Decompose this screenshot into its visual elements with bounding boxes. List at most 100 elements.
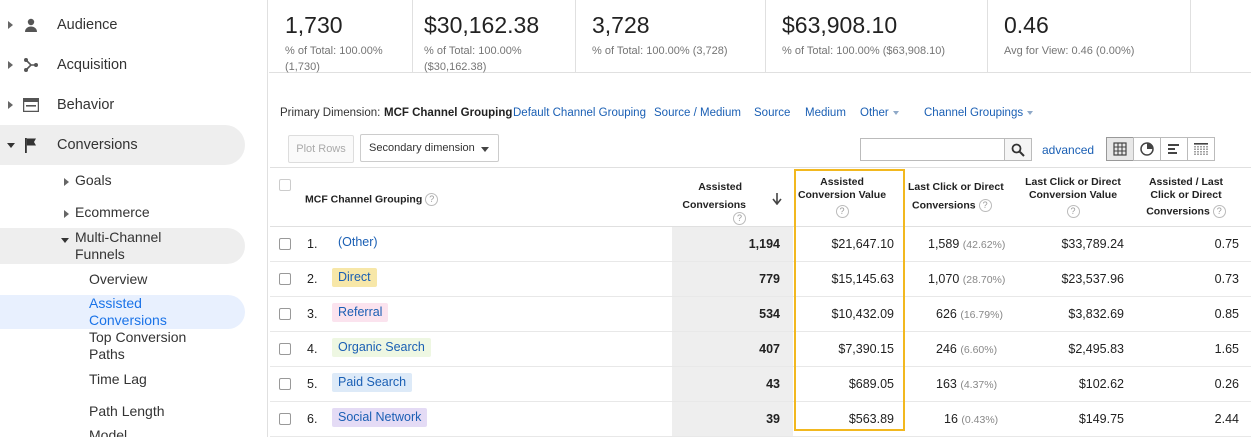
row-checkbox[interactable] (279, 273, 291, 285)
caret-right-icon (8, 21, 13, 29)
last-click-value: 626 (936, 307, 957, 321)
nav-conversions[interactable]: Conversions (0, 125, 245, 165)
row-checkbox[interactable] (279, 343, 291, 355)
metric-value: 3,728 (592, 12, 650, 38)
header-label: Conversions (1146, 205, 1210, 218)
nav-assisted-conversions[interactable]: Assisted Conversions (89, 295, 199, 329)
caret-right-icon (64, 178, 69, 186)
table-search-input[interactable] (860, 138, 1005, 161)
help-icon[interactable]: ? (1212, 205, 1226, 218)
nav-model[interactable]: Model (89, 427, 239, 437)
select-all-checkbox[interactable] (279, 179, 291, 191)
chevron-down-icon (892, 110, 899, 115)
table-view-button[interactable] (1106, 137, 1134, 161)
last-click-value-cell: $23,537.96 (1061, 272, 1124, 286)
header-label: Click or Direct (1150, 189, 1222, 201)
header-label: Conversions (912, 199, 976, 212)
caret-right-icon (8, 61, 13, 69)
channel-groupings-dropdown[interactable]: Channel Groupings (924, 107, 1034, 119)
nav-goals[interactable]: Goals (0, 172, 245, 192)
metrics-strip: 1,730 % of Total: 100.00% (1,730) $30,16… (269, 0, 1251, 73)
channel-link[interactable]: Direct (332, 268, 377, 287)
nav-multi-channel-funnels[interactable]: Multi-Channel Funnels (0, 228, 245, 264)
metric-sub: Avg for View: 0.46 (0.00%) (1004, 45, 1135, 57)
header-label: Assisted / Last (1148, 176, 1224, 188)
help-icon[interactable]: ? (1066, 205, 1080, 218)
help-icon[interactable]: ? (978, 199, 992, 212)
last-click-cell: 1,070 (28.70%) (928, 272, 1005, 286)
last-click-pct: (16.79%) (960, 309, 1003, 321)
person-icon (22, 16, 40, 34)
nav-behavior[interactable]: Behavior (0, 85, 245, 125)
grid-icon (1113, 142, 1127, 156)
caret-right-icon (8, 101, 13, 109)
dimension-source-medium[interactable]: Source / Medium (654, 107, 741, 119)
caret-down-icon (481, 147, 489, 152)
nav-acquisition[interactable]: Acquisition (0, 45, 245, 85)
table-row: 1. (Other) 1,194 $21,647.10 1,589 (42.62… (270, 227, 1251, 262)
row-index: 4. (307, 342, 318, 356)
nav-ecommerce[interactable]: Ecommerce (0, 204, 245, 224)
last-click-pct: (6.60%) (960, 344, 998, 356)
header-last-click-conversions[interactable]: Last Click or Direct Conversions? (908, 181, 1008, 212)
search-button[interactable] (1004, 138, 1032, 161)
nav-acquisition-label: Acquisition (57, 57, 128, 73)
metric-value: 1,730 (285, 12, 343, 38)
help-icon[interactable]: ? (733, 212, 746, 225)
dimension-medium[interactable]: Medium (805, 107, 846, 119)
pivot-view-button[interactable] (1187, 137, 1215, 161)
table-row: 3. Referral 534 $10,432.09 626 (16.79%) … (270, 297, 1251, 332)
nav-audience[interactable]: Audience (0, 5, 245, 45)
metric-last-click-value: $63,908.10 % of Total: 100.00% ($63,908.… (766, 0, 988, 73)
row-checkbox[interactable] (279, 413, 291, 425)
channel-link[interactable]: Organic Search (332, 338, 431, 357)
table-row: 5. Paid Search 43 $689.05 163 (4.37%) $1… (270, 367, 1251, 402)
channel-link[interactable]: (Other) (332, 233, 384, 252)
row-index: 6. (307, 412, 318, 426)
table-row: 6. Social Network 39 $563.89 16 (0.43%) … (270, 402, 1251, 437)
dimension-source[interactable]: Source (754, 107, 790, 119)
help-icon[interactable]: ? (425, 193, 439, 206)
current-dimension: MCF Channel Grouping (384, 107, 513, 119)
row-index: 5. (307, 377, 318, 391)
pie-view-button[interactable] (1133, 137, 1161, 161)
last-click-value-cell: $149.75 (1078, 412, 1124, 426)
nav-path-length[interactable]: Path Length (89, 403, 239, 420)
header-assisted-conversions[interactable]: Assisted Conversions? (672, 181, 746, 225)
ratio-cell: 0.85 (1214, 307, 1239, 321)
bar-view-button[interactable] (1160, 137, 1188, 161)
channel-link[interactable]: Social Network (332, 408, 428, 427)
row-index: 2. (307, 272, 318, 286)
metric-sub: % of Total: 100.00% (424, 45, 522, 57)
channel-link[interactable]: Referral (332, 303, 389, 322)
header-label: MCF Channel Grouping (305, 193, 423, 206)
assisted-conversions-cell: 534 (759, 307, 780, 321)
nav-time-lag[interactable]: Time Lag (89, 371, 239, 388)
secondary-dimension-dropdown[interactable]: Secondary dimension (360, 134, 499, 162)
last-click-cell: 626 (16.79%) (936, 307, 1003, 321)
dimension-other-dropdown[interactable]: Other (860, 107, 899, 119)
nav-mcf-label: Multi-Channel Funnels (75, 229, 162, 262)
pivot-icon (1194, 143, 1208, 155)
plot-rows-button[interactable]: Plot Rows (288, 135, 354, 163)
advanced-filter-link[interactable]: advanced (1042, 143, 1094, 157)
sort-descending-icon[interactable] (772, 193, 782, 205)
metric-assisted-value: $30,162.38 % of Total: 100.00% ($30,162.… (408, 0, 576, 73)
header-last-click-conversion-value[interactable]: Last Click or Direct Conversion Value ? (1018, 176, 1128, 218)
nav-top-conversion-paths[interactable]: Top Conversion Paths (89, 329, 209, 363)
dimension-default-channel-grouping[interactable]: Default Channel Grouping (513, 107, 646, 119)
channel-groupings-label: Channel Groupings (924, 107, 1024, 119)
header-mcf-channel-grouping[interactable]: MCF Channel Grouping? (305, 193, 439, 206)
metric-assisted-conversions: 1,730 % of Total: 100.00% (1,730) (269, 0, 413, 73)
row-checkbox[interactable] (279, 238, 291, 250)
metric-last-click: 3,728 % of Total: 100.00% (3,728) (576, 0, 766, 73)
row-checkbox[interactable] (279, 308, 291, 320)
channel-link[interactable]: Paid Search (332, 373, 413, 392)
nav-overview[interactable]: Overview (89, 271, 239, 288)
header-assisted-last-click-ratio[interactable]: Assisted / Last Click or Direct Conversi… (1136, 176, 1236, 218)
header-label: Assisted (698, 181, 742, 193)
secondary-dimension-label: Secondary dimension (369, 142, 475, 154)
assisted-conversions-cell: 43 (766, 377, 780, 391)
row-checkbox[interactable] (279, 378, 291, 390)
last-click-value: 16 (944, 412, 958, 426)
